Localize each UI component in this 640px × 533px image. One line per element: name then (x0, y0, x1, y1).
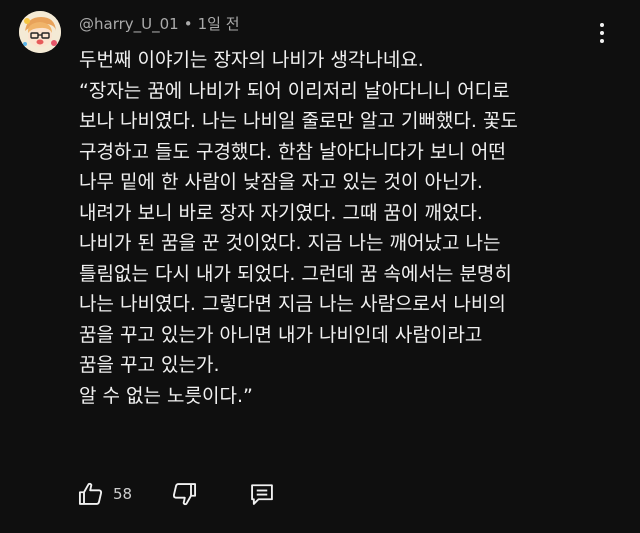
comment-line: “장자는 꿈에 나비가 되어 이리저리 날아다니니 어디로 (79, 79, 510, 102)
comment-line: 꿈을 꾸고 있는가. (79, 354, 220, 376)
reply-comment-icon (251, 484, 273, 505)
comment-line: 내려가 보니 바로 장자 자기였다. 그때 꿈이 깨었다. (79, 201, 483, 224)
comment-timestamp[interactable]: 1일 전 (198, 13, 240, 34)
more-options-button[interactable] (590, 18, 614, 48)
comment-line: 나무 밑에 한 사람이 낮잠을 자고 있는 것이 아닌가. (79, 171, 483, 193)
comment-line: 꿈을 꾸고 있는가 아니면 내가 나비인데 사람이라고 (79, 323, 483, 346)
comment-line: 나비가 된 꿈을 꾼 것이었다. 지금 나는 깨어났고 나는 (79, 232, 501, 254)
avatar[interactable] (19, 11, 61, 53)
comment-line: 두번째 이야기는 장자의 나비가 생각나네요. (79, 49, 424, 71)
comment-line: 틀림없는 다시 내가 되었다. 그런데 꿈 속에서는 분명히 (79, 262, 512, 285)
like-count: 58 (113, 485, 133, 503)
more-vertical-icon (600, 23, 604, 27)
comment-line: 알 수 없는 노릇이다.” (79, 384, 253, 407)
comment-line: 보나 나비였다. 나는 나비일 줄로만 알고 기뻐했다. 꽃도 (79, 110, 518, 132)
comment-header: @harry_U_01 • 1일 전 (79, 13, 240, 34)
thumb-down-icon (173, 483, 197, 506)
reply-button[interactable] (248, 480, 276, 508)
header-separator: • (183, 14, 193, 33)
comment-actions: 58 (77, 477, 276, 511)
dislike-button[interactable] (170, 480, 198, 508)
comment-text: 두번째 이야기는 장자의 나비가 생각나네요. “장자는 꿈에 나비가 되어 이… (79, 45, 624, 411)
comment-line: 구경하고 들도 구경했다. 한참 날아다니다가 보니 어떤 (79, 140, 506, 163)
author-handle[interactable]: @harry_U_01 (79, 15, 179, 33)
thumb-up-icon (78, 482, 103, 505)
like-button[interactable]: 58 (77, 480, 132, 508)
comment-line: 나는 나비였다. 그렇다면 지금 나는 사람으로서 나비의 (79, 293, 506, 315)
comment-thread-item: @harry_U_01 • 1일 전 두번째 이야기는 장자의 나비가 생각나네… (0, 0, 640, 533)
avatar-illustration-icon (19, 11, 61, 53)
